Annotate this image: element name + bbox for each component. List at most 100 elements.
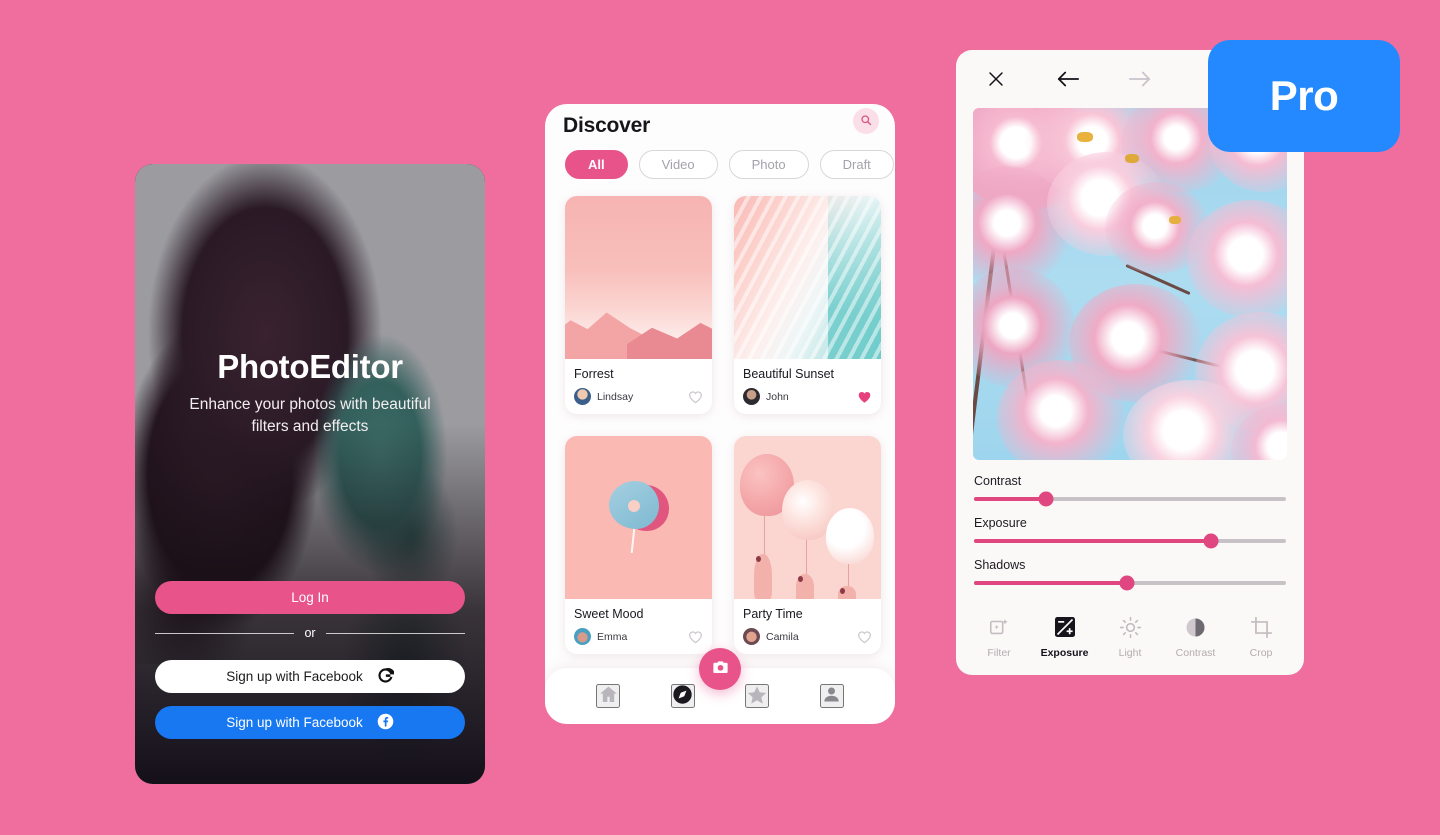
tool-label: Contrast: [1175, 647, 1216, 659]
divider-label: or: [304, 626, 316, 640]
contrast-icon: [1183, 614, 1209, 640]
slider-contrast[interactable]: [974, 491, 1286, 507]
card-footer: Camila: [743, 628, 872, 645]
tool-crop[interactable]: Crop: [1232, 614, 1290, 659]
tool-contrast[interactable]: Contrast: [1167, 614, 1225, 659]
tool-label: Exposure: [1040, 647, 1089, 659]
google-signup-label: Sign up with Facebook: [226, 669, 363, 684]
app-subtitle: Enhance your photos with beautiful filte…: [189, 396, 431, 435]
card-body: Beautiful Sunset John: [734, 359, 881, 414]
card-title: Party Time: [743, 607, 803, 621]
slider-thumb[interactable]: [1119, 575, 1135, 591]
card-item[interactable]: Forrest Lindsay: [565, 196, 712, 414]
facebook-signup-label: Sign up with Facebook: [226, 715, 363, 730]
nav-home-button[interactable]: [596, 684, 621, 708]
like-heart-icon[interactable]: [688, 630, 703, 644]
slider-label-exposure: Exposure: [974, 516, 1027, 530]
pro-badge[interactable]: Pro: [1208, 40, 1400, 152]
avatar: [574, 388, 591, 405]
compass-icon: [672, 684, 693, 708]
divider: or: [155, 626, 465, 640]
search-icon: [860, 114, 872, 129]
filter-chips: All Video Photo Draft: [565, 150, 894, 179]
filter-icon: [986, 614, 1012, 640]
tool-label: Light: [1118, 647, 1142, 659]
like-heart-icon[interactable]: [688, 390, 703, 404]
forward-arrow-icon: [1128, 70, 1152, 91]
discover-header: Discover: [545, 104, 895, 148]
like-heart-icon[interactable]: [857, 630, 872, 644]
card-body: Sweet Mood Emma: [565, 599, 712, 654]
slider-thumb[interactable]: [1203, 533, 1219, 549]
close-button[interactable]: [974, 63, 1018, 97]
card-author: Emma: [597, 630, 628, 643]
artwork-lollipop: [565, 436, 712, 599]
undo-button[interactable]: [1046, 63, 1090, 97]
editor-toolbar: Filter Exposure Light Contrast Crop: [970, 614, 1290, 659]
card-footer: Lindsay: [574, 388, 703, 405]
avatar: [743, 628, 760, 645]
like-heart-icon[interactable]: [857, 390, 872, 404]
chip-all[interactable]: All: [565, 150, 628, 179]
chip-photo[interactable]: Photo: [728, 150, 809, 179]
card-body: Party Time Camila: [734, 599, 881, 654]
star-icon: [746, 684, 768, 709]
discover-grid: Forrest Lindsay Beautiful Sunset John Sw…: [565, 196, 881, 654]
log-in-button[interactable]: Log In: [155, 581, 465, 614]
card-title: Beautiful Sunset: [743, 367, 835, 381]
card-author: Camila: [766, 630, 799, 643]
search-button[interactable]: [853, 108, 879, 134]
person-icon: [821, 684, 842, 708]
tool-exposure[interactable]: Exposure: [1036, 614, 1094, 659]
card-footer: Emma: [574, 628, 703, 645]
tool-filter[interactable]: Filter: [970, 614, 1028, 659]
adjustment-sliders: Contrast Exposure Shadows: [974, 474, 1286, 600]
card-title: Forrest: [574, 367, 614, 381]
google-signup-button[interactable]: Sign up with Facebook: [155, 660, 465, 693]
camera-fab-button[interactable]: [699, 648, 741, 690]
artwork-abstract-sunset: [734, 196, 881, 359]
nav-starred-button[interactable]: [745, 684, 770, 709]
card-title: Sweet Mood: [574, 607, 644, 621]
card-thumbnail: [734, 436, 881, 599]
back-arrow-icon: [1056, 70, 1080, 91]
card-author: Lindsay: [597, 390, 634, 403]
camera-icon: [711, 658, 730, 680]
avatar: [574, 628, 591, 645]
slider-thumb[interactable]: [1038, 491, 1054, 507]
tool-label: Crop: [1249, 647, 1273, 659]
card-footer: John: [743, 388, 872, 405]
facebook-icon: [377, 713, 394, 733]
divider-line-right: [325, 632, 465, 634]
close-icon: [987, 70, 1005, 91]
slider-label-shadows: Shadows: [974, 558, 1026, 572]
google-icon: [377, 667, 395, 687]
card-body: Forrest Lindsay: [565, 359, 712, 414]
login-screen: PhotoEditor Enhance your photos with bea…: [135, 164, 485, 784]
slider-shadows[interactable]: [974, 575, 1286, 591]
page-title: Discover: [563, 114, 651, 137]
facebook-signup-button[interactable]: Sign up with Facebook: [155, 706, 465, 739]
card-item[interactable]: Party Time Camila: [734, 436, 881, 654]
card-author: John: [766, 390, 789, 403]
artwork-pink-mountain: [565, 196, 712, 359]
slider-exposure[interactable]: [974, 533, 1286, 549]
tool-label: Filter: [987, 647, 1011, 659]
card-item[interactable]: Sweet Mood Emma: [565, 436, 712, 654]
editor-photo: [973, 108, 1287, 460]
app-title: PhotoEditor: [217, 348, 403, 385]
redo-button[interactable]: [1118, 63, 1162, 97]
card-thumbnail: [565, 196, 712, 359]
chip-video[interactable]: Video: [638, 150, 718, 179]
card-thumbnail: [734, 196, 881, 359]
avatar: [743, 388, 760, 405]
card-item[interactable]: Beautiful Sunset John: [734, 196, 881, 414]
crop-icon: [1248, 614, 1274, 640]
divider-line-left: [155, 632, 295, 634]
pro-badge-label: Pro: [1269, 72, 1339, 119]
tool-light[interactable]: Light: [1101, 614, 1159, 659]
nav-explore-button[interactable]: [670, 684, 695, 708]
nav-profile-button[interactable]: [819, 684, 844, 708]
discover-screen: Discover All Video Photo Draft Forrest L…: [545, 104, 895, 724]
chip-draft[interactable]: Draft: [819, 150, 894, 179]
